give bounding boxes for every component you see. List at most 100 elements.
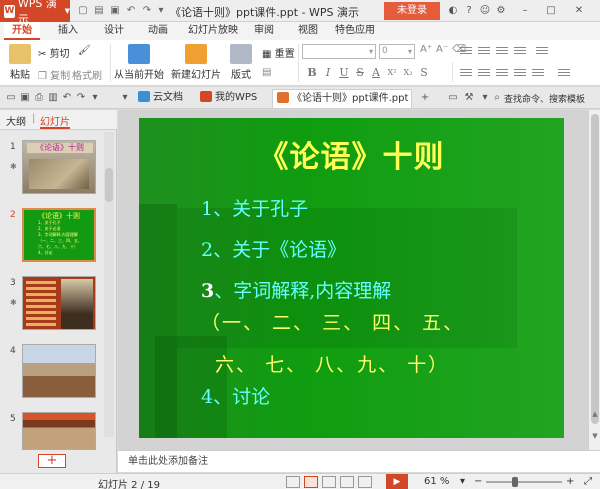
section-icon[interactable]: ▤ — [262, 67, 271, 78]
copy-button[interactable]: ❐ 复制 — [38, 67, 70, 82]
underline-icon[interactable]: U — [338, 66, 350, 80]
layout-button[interactable]: 版式 — [226, 44, 256, 81]
zoom-slider-knob[interactable] — [512, 477, 518, 487]
numbering-icon[interactable] — [478, 47, 490, 57]
tools-icon[interactable]: ⚒ — [462, 91, 476, 105]
fit-window-icon[interactable]: ⤢ — [584, 476, 592, 487]
undo-icon[interactable]: ↶ — [124, 4, 138, 18]
scroll-down-icon[interactable]: ▼ — [590, 432, 600, 440]
tab-review[interactable]: 审阅 — [246, 22, 282, 40]
tab-design[interactable]: 设计 — [96, 22, 132, 40]
zoom-in-icon[interactable]: + — [566, 476, 574, 487]
increase-indent-icon[interactable] — [514, 47, 526, 57]
tab-outline[interactable]: 大纲 — [6, 113, 26, 128]
bullets-icon[interactable] — [460, 47, 472, 57]
new-doc-icon[interactable]: ▢ — [76, 4, 90, 18]
zoom-out-icon[interactable]: − — [474, 476, 482, 487]
notes-toggle-icon[interactable] — [286, 476, 300, 488]
tab-slideshow[interactable]: 幻灯片放映 — [182, 22, 244, 40]
chevron-down-icon[interactable]: ▾ — [88, 91, 102, 105]
grow-font-icon[interactable]: A⁺ — [420, 44, 432, 55]
redo-icon[interactable]: ↷ — [74, 91, 88, 105]
text-direction-icon[interactable] — [558, 69, 570, 79]
redo-icon[interactable]: ↷ — [140, 4, 154, 18]
tab-home[interactable]: 开始 — [4, 22, 40, 40]
strikethrough-icon[interactable]: S — [354, 66, 366, 80]
italic-icon[interactable]: I — [322, 66, 334, 80]
command-search[interactable]: 查找命令、搜索模板 — [504, 92, 585, 105]
slide-thumbnail-4[interactable]: 4 — [0, 344, 104, 404]
slide-line-1[interactable]: 1、关于孔子 — [201, 194, 308, 221]
screen-icon[interactable]: ▭ — [446, 91, 460, 105]
zoom-slider[interactable] — [486, 481, 562, 483]
font-family-select[interactable] — [302, 44, 376, 59]
align-right-icon[interactable] — [496, 69, 508, 79]
align-center-icon[interactable] — [478, 69, 490, 79]
open-folder-icon[interactable]: ▤ — [92, 4, 106, 18]
app-menu-button[interactable]: W WPS 演示 ▼ — [0, 0, 70, 26]
add-slide-button[interactable]: + — [38, 454, 66, 468]
slide-thumbnail-5[interactable]: 5 — [0, 412, 104, 452]
scrollbar-thumb[interactable] — [105, 168, 113, 202]
slide-line-2[interactable]: 2、关于《论语》 — [201, 235, 346, 262]
format-painter-button[interactable]: 格式刷 — [72, 67, 102, 82]
shrink-font-icon[interactable]: A⁻ — [436, 44, 448, 55]
fit-view-icon[interactable] — [358, 476, 372, 488]
slide-thumbnail-2[interactable]: 2 《论语》十则 1、关于孔子 2、关于论语 3、字词解释,内容理解 （一、二、… — [0, 208, 104, 268]
shadow-icon[interactable]: S — [418, 66, 430, 80]
sorter-view-icon[interactable] — [322, 476, 336, 488]
slide-line-4[interactable]: （一、 二、 三、 四、 五、 — [201, 308, 464, 335]
subscript-icon[interactable]: X₂ — [402, 66, 414, 80]
from-current-button[interactable]: 从当前开始 — [114, 44, 164, 81]
current-slide[interactable]: 《论语》十则 1、关于孔子 2、关于《论语》 3、字词解释,内容理解 （一、 二… — [139, 118, 564, 438]
cut-button[interactable]: ✂ 剪切 — [38, 45, 70, 60]
slide-line-3[interactable]: 3、字词解释,内容理解 — [201, 276, 391, 303]
new-tab-icon[interactable]: + — [418, 91, 432, 105]
scroll-up-icon[interactable]: ▲ — [590, 410, 600, 418]
font-color-icon[interactable]: A — [370, 66, 382, 80]
justify-icon[interactable] — [514, 69, 526, 79]
undo-icon[interactable]: ↶ — [60, 91, 74, 105]
normal-view-icon[interactable] — [304, 476, 318, 488]
superscript-icon[interactable]: X² — [386, 66, 398, 80]
doc-tab-current[interactable]: 《论语十则》ppt课件.ppt — [272, 89, 412, 108]
zoom-dropdown-icon[interactable]: ▾ — [460, 476, 465, 487]
notes-pane[interactable]: 单击此处添加备注 — [118, 450, 600, 472]
help-icon[interactable]: ? — [462, 4, 476, 18]
chevron-down-icon[interactable]: ▾ — [118, 91, 132, 105]
skin-icon[interactable]: ◐ — [446, 4, 460, 18]
save-icon[interactable]: ▣ — [108, 4, 122, 18]
font-size-select[interactable]: 0 — [379, 44, 415, 59]
play-icon[interactable]: ▶ — [386, 474, 408, 489]
doc-tab-cloud[interactable]: 云文档 — [134, 89, 194, 108]
new-slide-button[interactable]: 新建幻灯片 — [170, 44, 222, 81]
decrease-indent-icon[interactable] — [496, 47, 508, 57]
more-icon[interactable]: ▾ — [154, 4, 168, 18]
settings-icon[interactable]: ⚙ — [494, 4, 508, 18]
doc-tab-mywps[interactable]: 我的WPS — [196, 89, 268, 108]
minimize-icon[interactable]: – — [518, 4, 532, 18]
canvas-scrollbar[interactable]: ▲ ▼ — [588, 110, 600, 450]
folder-icon[interactable]: ▭ — [4, 91, 18, 105]
reset-button[interactable]: ▦ 重置 — [262, 45, 295, 60]
slide-thumbnail-3[interactable]: 3 ✱ — [0, 276, 104, 336]
tab-animation[interactable]: 动画 — [140, 22, 176, 40]
tab-view[interactable]: 视图 — [290, 22, 326, 40]
slide-line-5[interactable]: 六、 七、 八、九、 十） — [215, 350, 449, 377]
tab-slides[interactable]: 幻灯片 — [40, 113, 70, 129]
maximize-icon[interactable]: □ — [544, 4, 558, 18]
search-icon[interactable]: ⌕ — [490, 91, 504, 105]
slide-line-6[interactable]: 4、讨论 — [201, 382, 270, 409]
print-icon[interactable]: ⎙ — [32, 91, 46, 105]
save-icon[interactable]: ▣ — [18, 91, 32, 105]
scrollbar-thumb[interactable] — [591, 114, 599, 424]
bold-icon[interactable]: B — [306, 66, 318, 80]
slide-thumbnail-1[interactable]: 1 ✱ 《论语》十则 — [0, 140, 104, 200]
line-spacing-icon[interactable] — [536, 47, 548, 57]
align-left-icon[interactable] — [460, 69, 472, 79]
distribute-icon[interactable] — [532, 69, 544, 79]
preview-icon[interactable]: ▥ — [46, 91, 60, 105]
login-button[interactable]: 未登录 — [384, 2, 440, 20]
tab-special[interactable]: 特色应用 — [330, 22, 380, 40]
close-icon[interactable]: ✕ — [572, 4, 586, 18]
